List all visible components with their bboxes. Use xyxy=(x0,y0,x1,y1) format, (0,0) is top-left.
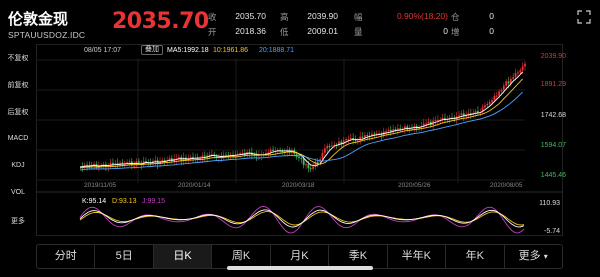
candle-body xyxy=(507,81,510,84)
home-indicator xyxy=(227,266,373,270)
candle-body xyxy=(498,91,501,96)
candle-body xyxy=(486,103,489,106)
candle-body xyxy=(474,111,477,113)
candle-body xyxy=(387,129,390,132)
candle-body xyxy=(514,73,517,77)
moving-average-line xyxy=(79,78,523,169)
candle-body xyxy=(500,89,503,92)
chevron-down-icon: ▾ xyxy=(543,252,548,261)
candle-body xyxy=(309,168,312,170)
candle-body xyxy=(316,161,319,163)
candle-body xyxy=(366,135,369,137)
candle-body xyxy=(502,85,505,90)
candle-body xyxy=(484,105,486,108)
candle-body xyxy=(345,139,347,141)
candle-body xyxy=(425,123,428,125)
candle-body xyxy=(154,160,157,162)
tab-yearly-k[interactable]: 年K xyxy=(446,245,505,268)
candle-body xyxy=(298,156,300,159)
tab-more[interactable]: 更多 ▾ xyxy=(505,245,562,268)
candle-body xyxy=(519,70,522,73)
candle-body xyxy=(307,164,310,169)
candle-body xyxy=(436,119,439,121)
candle-body xyxy=(361,136,364,138)
candle-body xyxy=(321,152,324,160)
candle-body xyxy=(145,161,147,163)
candle-body xyxy=(328,145,331,147)
candle-body xyxy=(524,63,526,67)
candle-body xyxy=(385,131,387,133)
candle-body xyxy=(505,81,508,86)
candle-body xyxy=(359,136,362,141)
candle-body xyxy=(512,76,515,79)
candle-body xyxy=(517,72,519,74)
candle-body xyxy=(495,95,498,97)
tab-monthly-k[interactable]: 月K xyxy=(271,245,330,268)
candle-body xyxy=(239,153,242,155)
candle-body xyxy=(326,145,329,149)
tab-half-year-k[interactable]: 半年K xyxy=(388,245,447,268)
candle-body xyxy=(300,158,303,160)
candle-body xyxy=(312,166,314,169)
candle-body xyxy=(269,149,272,153)
candle-body xyxy=(458,115,460,117)
candle-body xyxy=(460,113,463,116)
kdj-line xyxy=(79,206,525,234)
kdj-line xyxy=(79,209,525,228)
candle-body xyxy=(354,140,357,142)
candle-body xyxy=(373,133,376,135)
candle-body xyxy=(225,154,227,156)
candle-body xyxy=(406,126,409,130)
candle-body xyxy=(86,164,88,166)
candle-body xyxy=(272,149,274,151)
candle-body xyxy=(161,160,164,162)
tab-5day[interactable]: 5日 xyxy=(95,245,154,268)
candle-body xyxy=(434,120,437,122)
candle-body xyxy=(493,95,496,101)
candle-body xyxy=(323,148,326,153)
candle-body xyxy=(189,156,192,159)
tab-quarterly-k[interactable]: 季K xyxy=(329,245,388,268)
candle-body xyxy=(349,138,352,140)
candle-body xyxy=(491,100,493,102)
tab-daily-k[interactable]: 日K xyxy=(153,245,213,268)
candle-body xyxy=(521,66,524,71)
candle-body xyxy=(427,121,430,124)
tab-weekly-k[interactable]: 周K xyxy=(212,245,271,268)
candle-body xyxy=(331,145,333,147)
tab-intraday[interactable]: 分时 xyxy=(37,245,96,268)
candle-body xyxy=(347,138,350,140)
candle-body xyxy=(203,155,206,157)
candle-body xyxy=(128,161,131,163)
candle-body xyxy=(305,164,307,166)
candle-body xyxy=(488,101,491,104)
candle-body xyxy=(137,161,140,163)
candle-body xyxy=(241,152,244,154)
candle-body xyxy=(133,165,136,167)
kline-chart-graphics xyxy=(36,58,563,234)
